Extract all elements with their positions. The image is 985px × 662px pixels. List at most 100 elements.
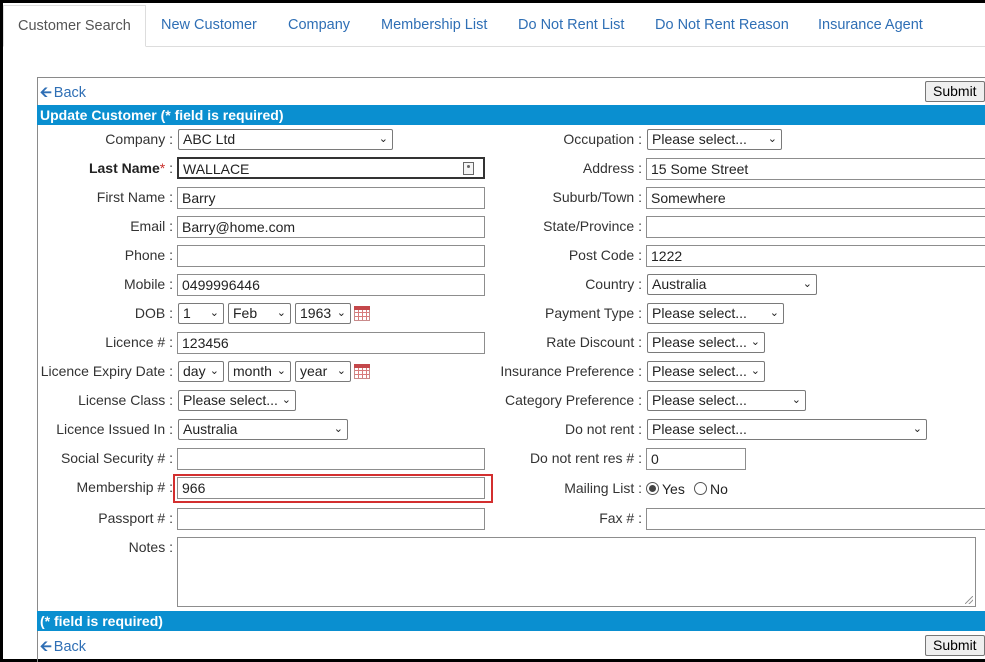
chevron-down-icon: ⌄ [336,365,346,377]
phone-label: Phone : [124,247,173,263]
chevron-down-icon: ⌄ [767,133,777,145]
arrow-left-icon: 🡨 [40,85,52,101]
chevron-down-icon: ⌄ [281,394,291,406]
chevron-down-icon: ⌄ [769,307,779,319]
insurance-pref-select[interactable]: Please select... ⌄ [647,361,765,382]
tab-bar: Customer Search New Customer Company Mem… [3,5,985,47]
occupation-label: Occupation : [563,131,642,147]
do-not-rent-select[interactable]: Please select... ⌄ [647,419,927,440]
contact-card-icon [463,162,474,175]
notes-label: Notes : [128,539,173,555]
passport-input[interactable] [177,508,485,530]
expiry-day-select[interactable]: day ⌄ [178,361,224,382]
chevron-down-icon: ⌄ [750,365,760,377]
tab-membership-list[interactable]: Membership List [381,5,487,47]
postcode-label: Post Code : [568,247,642,263]
state-input[interactable] [646,216,985,238]
tab-do-not-rent-reason[interactable]: Do Not Rent Reason [655,5,789,47]
category-pref-label: Category Preference : [505,392,642,408]
chevron-down-icon: ⌄ [276,307,286,319]
licence-expiry-label: Licence Expiry Date : [40,363,173,379]
email-input[interactable]: Barry@home.com [177,216,485,238]
form-header-bar: Update Customer (* field is required) [37,105,985,125]
do-not-rent-label: Do not rent : [564,421,642,437]
calendar-icon[interactable] [354,364,370,379]
tab-company[interactable]: Company [288,5,350,47]
first-name-input[interactable]: Barry [177,187,485,209]
licence-issued-label: Licence Issued In : [56,421,173,437]
chevron-down-icon: ⌄ [336,307,346,319]
back-link-bottom[interactable]: 🡨 Back [40,636,86,661]
rate-discount-select[interactable]: Please select... ⌄ [647,332,765,353]
rate-discount-label: Rate Discount : [546,334,642,350]
last-name-label: Last Name* : [88,160,173,176]
chevron-down-icon: ⌄ [802,278,812,290]
country-label: Country : [585,276,642,292]
membership-highlight [173,474,493,503]
chevron-down-icon: ⌄ [791,394,801,406]
back-label: Back [53,85,87,101]
suburb-input[interactable]: Somewhere [646,187,985,209]
mobile-input[interactable]: 0499996446 [177,274,485,296]
chevron-down-icon: ⌄ [209,365,219,377]
postcode-input[interactable]: 1222 [646,245,985,267]
insurance-pref-label: Insurance Preference : [500,363,642,379]
mailing-no-radio[interactable] [694,482,707,495]
mailing-list-label: Mailing List : [564,480,642,496]
company-select[interactable]: ABC Ltd ⌄ [178,129,393,150]
suburb-label: Suburb/Town : [552,189,643,205]
address-input[interactable]: 15 Some Street [646,158,985,180]
mobile-label: Mobile : [123,276,173,292]
social-security-input[interactable] [177,448,485,470]
resize-grip-icon[interactable] [965,596,973,604]
payment-type-label: Payment Type : [544,305,642,321]
tab-insurance-agent[interactable]: Insurance Agent [818,5,923,47]
dob-year-select[interactable]: 1963 ⌄ [295,303,351,324]
tab-new-customer[interactable]: New Customer [161,5,257,47]
last-name-input[interactable]: WALLACE [177,157,485,179]
dob-month-select[interactable]: Feb ⌄ [228,303,291,324]
expiry-year-select[interactable]: year ⌄ [295,361,351,382]
do-not-rent-res-input[interactable]: 0 [646,448,746,470]
chevron-down-icon: ⌄ [209,307,219,319]
address-label: Address : [582,160,642,176]
fax-input[interactable] [646,508,985,530]
arrow-left-icon: 🡨 [40,639,52,655]
social-security-label: Social Security # : [60,450,173,466]
chevron-down-icon: ⌄ [333,423,343,435]
form-footer-bar: (* field is required) [37,611,985,631]
email-label: Email : [130,218,173,234]
licence-issued-select[interactable]: Australia ⌄ [178,419,348,440]
fax-label: Fax # : [599,510,642,526]
notes-textarea[interactable] [177,537,976,607]
license-class-select[interactable]: Please select... ⌄ [178,390,296,411]
occupation-select[interactable]: Please select... ⌄ [647,129,782,150]
expiry-month-select[interactable]: month ⌄ [228,361,291,382]
country-select[interactable]: Australia ⌄ [647,274,817,295]
submit-button-bottom[interactable]: Submit [925,635,985,656]
tab-do-not-rent-list[interactable]: Do Not Rent List [518,5,624,47]
do-not-rent-res-label: Do not rent res # : [529,450,642,466]
state-label: State/Province : [543,218,642,234]
category-pref-select[interactable]: Please select... ⌄ [647,390,806,411]
dob-label: DOB : [134,305,173,321]
licence-label: Licence # : [105,334,173,350]
phone-input[interactable] [177,245,485,267]
submit-button-top[interactable]: Submit [925,81,985,102]
chevron-down-icon: ⌄ [378,133,388,145]
mailing-yes-radio[interactable] [646,482,659,495]
license-class-label: License Class : [78,392,173,408]
payment-type-select[interactable]: Please select... ⌄ [647,303,784,324]
dob-day-select[interactable]: 1 ⌄ [178,303,224,324]
mailing-no-label[interactable]: No [710,479,728,499]
chevron-down-icon: ⌄ [276,365,286,377]
company-label: Company : [105,131,173,147]
mailing-yes-label[interactable]: Yes [662,479,685,499]
chevron-down-icon: ⌄ [750,336,760,348]
back-link-top[interactable]: 🡨 Back [40,82,86,107]
back-label: Back [53,639,87,655]
chevron-down-icon: ⌄ [912,423,922,435]
licence-input[interactable]: 123456 [177,332,485,354]
calendar-icon[interactable] [354,306,370,321]
tab-customer-search[interactable]: Customer Search [3,5,146,47]
